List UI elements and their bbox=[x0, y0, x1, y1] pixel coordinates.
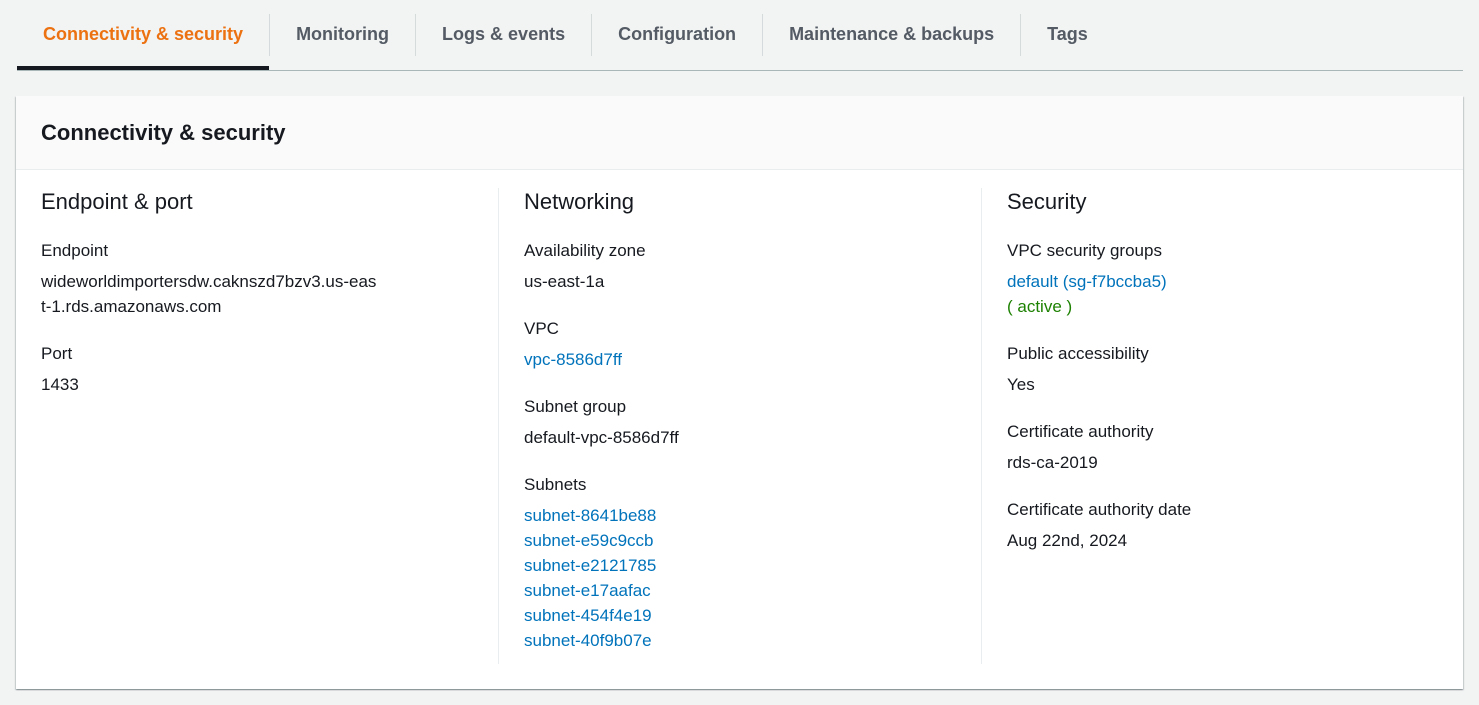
tab-logs-events[interactable]: Logs & events bbox=[416, 0, 591, 68]
public-accessibility-field: Public accessibility Yes bbox=[1007, 341, 1443, 397]
certificate-authority-field: Certificate authority rds-ca-2019 bbox=[1007, 419, 1443, 475]
vpc-link[interactable]: vpc-8586d7ff bbox=[524, 347, 961, 372]
networking-column: Networking Availability zone us-east-1a … bbox=[499, 188, 982, 664]
vpc-label: VPC bbox=[524, 319, 559, 338]
detail-tabs: Connectivity & security Monitoring Logs … bbox=[17, 0, 1463, 71]
subnet-link[interactable]: subnet-e2121785 bbox=[524, 553, 961, 578]
security-groups-label: VPC security groups bbox=[1007, 241, 1162, 260]
certificate-authority-label: Certificate authority bbox=[1007, 422, 1154, 441]
panel-title: Connectivity & security bbox=[41, 119, 286, 145]
public-accessibility-value: Yes bbox=[1007, 375, 1035, 394]
certificate-authority-date-field: Certificate authority date Aug 22nd, 202… bbox=[1007, 497, 1443, 553]
subnets-field: Subnets subnet-8641be88 subnet-e59c9ccb … bbox=[524, 472, 961, 653]
subnet-group-field: Subnet group default-vpc-8586d7ff bbox=[524, 394, 961, 450]
endpoint-value: wideworldimportersdw.caknszd7bzv3.us-eas… bbox=[41, 272, 377, 316]
subnet-link[interactable]: subnet-454f4e19 bbox=[524, 603, 961, 628]
endpoint-port-column: Endpoint & port Endpoint wideworldimport… bbox=[16, 188, 499, 664]
certificate-authority-date-value: Aug 22nd, 2024 bbox=[1007, 531, 1128, 550]
subnet-group-label: Subnet group bbox=[524, 397, 627, 416]
security-group-link[interactable]: default (sg-f7bccba5) bbox=[1007, 269, 1443, 294]
port-label: Port bbox=[41, 344, 73, 363]
subnets-label: Subnets bbox=[524, 475, 587, 494]
subnet-link[interactable]: subnet-e17aafac bbox=[524, 578, 961, 603]
certificate-authority-value: rds-ca-2019 bbox=[1007, 453, 1098, 472]
public-accessibility-label: Public accessibility bbox=[1007, 344, 1149, 363]
panel-columns: Endpoint & port Endpoint wideworldimport… bbox=[16, 188, 1463, 664]
endpoint-port-heading: Endpoint & port bbox=[41, 189, 193, 214]
security-heading: Security bbox=[1007, 189, 1087, 214]
networking-heading: Networking bbox=[524, 189, 635, 214]
subnet-group-value: default-vpc-8586d7ff bbox=[524, 428, 679, 447]
vpc-field: VPC vpc-8586d7ff bbox=[524, 316, 961, 372]
panel-header: Connectivity & security bbox=[16, 96, 1463, 170]
tab-tags[interactable]: Tags bbox=[1021, 0, 1114, 68]
connectivity-security-panel: Connectivity & security Endpoint & port … bbox=[16, 96, 1463, 689]
availability-zone-value: us-east-1a bbox=[524, 272, 605, 291]
availability-zone-label: Availability zone bbox=[524, 241, 646, 260]
endpoint-label: Endpoint bbox=[41, 241, 109, 260]
port-value: 1433 bbox=[41, 375, 79, 394]
tab-maintenance-backups[interactable]: Maintenance & backups bbox=[763, 0, 1020, 68]
certificate-authority-date-label: Certificate authority date bbox=[1007, 500, 1192, 519]
port-field: Port 1433 bbox=[41, 341, 478, 397]
subnet-link[interactable]: subnet-e59c9ccb bbox=[524, 528, 961, 553]
tab-monitoring[interactable]: Monitoring bbox=[270, 0, 415, 68]
security-groups-field: VPC security groups default (sg-f7bccba5… bbox=[1007, 238, 1443, 319]
endpoint-field: Endpoint wideworldimportersdw.caknszd7bz… bbox=[41, 238, 478, 319]
security-column: Security VPC security groups default (sg… bbox=[982, 188, 1463, 664]
tab-connectivity-security[interactable]: Connectivity & security bbox=[17, 0, 270, 70]
availability-zone-field: Availability zone us-east-1a bbox=[524, 238, 961, 294]
subnet-link[interactable]: subnet-40f9b07e bbox=[524, 628, 961, 653]
security-group-status: ( active ) bbox=[1007, 297, 1073, 316]
tab-configuration[interactable]: Configuration bbox=[592, 0, 762, 68]
subnet-link[interactable]: subnet-8641be88 bbox=[524, 503, 961, 528]
